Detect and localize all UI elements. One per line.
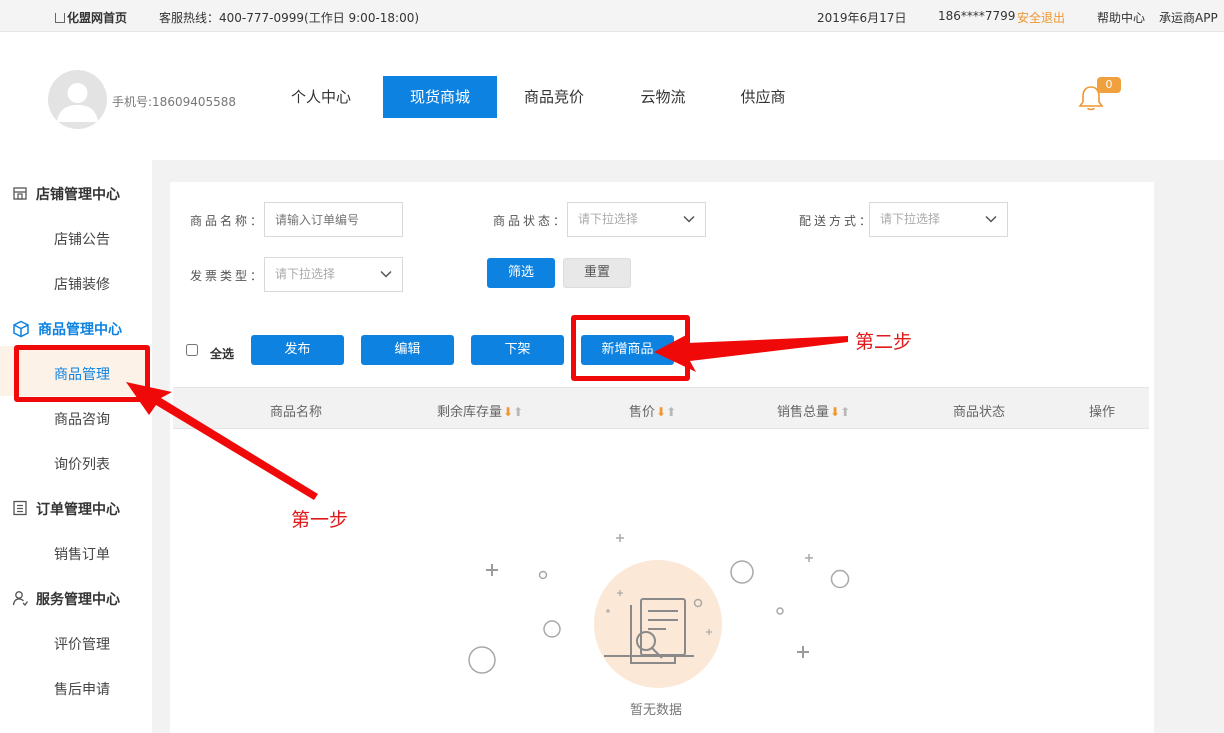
sort-icon[interactable]: ⬇⬆ [656, 405, 676, 419]
sort-icon[interactable]: ⬇⬆ [830, 405, 850, 419]
annotation-step2: 第二步 [855, 331, 913, 353]
notification-count: 0 [1097, 77, 1121, 93]
highlight-box-step2 [571, 315, 690, 381]
empty-state-text: 暂无数据 [630, 703, 683, 718]
sidebar-section-service[interactable]: 服务管理中心 [0, 588, 152, 608]
date-text: 2019年6月17日 [817, 11, 907, 25]
column-goods-name: 商品名称 [270, 405, 323, 420]
sidebar-section-label: 服务管理中心 [36, 592, 120, 608]
sidebar: 店铺管理中心 店铺公告 店铺装修 商品管理中心 商品管理 商品咨询 询价列表 订… [0, 160, 152, 733]
chevron-down-icon [380, 268, 392, 280]
sidebar-item-after-sales[interactable]: 售后申请 [0, 678, 152, 698]
store-icon [12, 185, 28, 201]
home-icon [55, 13, 65, 23]
select-all-checkbox[interactable] [186, 344, 198, 356]
sidebar-item-goods-consult[interactable]: 商品咨询 [0, 408, 152, 428]
select-all-label: 全选 [210, 347, 235, 361]
publish-button[interactable]: 发布 [251, 335, 344, 365]
sidebar-item-sales-orders[interactable]: 销售订单 [0, 543, 152, 563]
nav-cloud-logistics[interactable]: 云物流 [618, 76, 708, 118]
column-stock[interactable]: 剩余库存量⬇⬆ [437, 401, 523, 420]
sort-icon[interactable]: ⬇⬆ [503, 405, 523, 419]
delivery-method-select[interactable]: 请下拉选择 [869, 202, 1008, 237]
hotline-text: 客服热线：400-777-0999(工作日 9:00-18:00) [159, 11, 420, 25]
sidebar-item-inquiry-list[interactable]: 询价列表 [0, 453, 152, 473]
sidebar-item-reviews[interactable]: 评价管理 [0, 633, 152, 653]
logout-link[interactable]: 安全退出 [1017, 9, 1065, 26]
column-actions: 操作 [1089, 405, 1116, 420]
avatar[interactable] [48, 70, 107, 129]
nav-personal-center[interactable]: 个人中心 [276, 76, 366, 118]
empty-state-illustration [468, 534, 850, 688]
cube-icon [12, 320, 29, 338]
user-icon [57, 83, 98, 122]
column-sales-total[interactable]: 销售总量⬇⬆ [777, 401, 850, 420]
nav-spot-mall[interactable]: 现货商城 [383, 76, 497, 118]
help-link[interactable]: 帮助中心 [1097, 9, 1145, 26]
unlist-button[interactable]: 下架 [471, 335, 564, 365]
sidebar-item-store-notice[interactable]: 店铺公告 [0, 228, 152, 248]
highlight-box-step1 [14, 345, 150, 402]
delivery-method-label: 配送方式： [799, 214, 875, 228]
account-phone: 手机号:18609405588 [112, 95, 237, 109]
column-price[interactable]: 售价⬇⬆ [629, 401, 676, 420]
person-service-icon [12, 590, 28, 606]
top-bar: 化盟网首页 客服热线：400-777-0999(工作日 9:00-18:00) … [0, 0, 1224, 32]
home-link[interactable]: 化盟网首页 [55, 9, 127, 26]
app-link[interactable]: 承运商APP [1159, 9, 1218, 26]
invoice-type-select[interactable]: 请下拉选择 [264, 257, 403, 292]
table-header: 商品名称 剩余库存量⬇⬆ 售价⬇⬆ 销售总量⬇⬆ 商品状态 操作 [173, 387, 1149, 429]
document-list-icon [12, 500, 28, 516]
header: 手机号:18609405588 个人中心 现货商城 商品竞价 云物流 供应商 0 [0, 32, 1224, 160]
invoice-type-label: 发票类型： [190, 269, 266, 283]
sidebar-section-orders[interactable]: 订单管理中心 [0, 498, 152, 518]
chevron-down-icon [985, 213, 997, 225]
user-phone: 186****7799 [938, 9, 1016, 23]
nav-bidding[interactable]: 商品竞价 [509, 76, 599, 118]
sidebar-item-store-decoration[interactable]: 店铺装修 [0, 273, 152, 293]
sidebar-section-label: 店铺管理中心 [36, 187, 120, 203]
goods-status-select[interactable]: 请下拉选择 [567, 202, 706, 237]
nav-supplier[interactable]: 供应商 [718, 76, 808, 118]
chevron-down-icon [683, 213, 695, 225]
goods-status-label: 商品状态： [493, 214, 569, 228]
sidebar-section-goods[interactable]: 商品管理中心 [0, 318, 152, 338]
sidebar-section-store[interactable]: 店铺管理中心 [0, 183, 152, 203]
goods-name-input[interactable] [264, 202, 403, 237]
reset-button[interactable]: 重置 [563, 258, 631, 288]
edit-button[interactable]: 编辑 [361, 335, 454, 365]
goods-name-label: 商品名称： [190, 214, 266, 228]
filter-button[interactable]: 筛选 [487, 258, 555, 288]
sidebar-section-label: 商品管理中心 [38, 322, 122, 338]
column-goods-status: 商品状态 [953, 405, 1006, 420]
annotation-step1: 第一步 [291, 509, 349, 531]
sidebar-section-label: 订单管理中心 [36, 502, 120, 518]
